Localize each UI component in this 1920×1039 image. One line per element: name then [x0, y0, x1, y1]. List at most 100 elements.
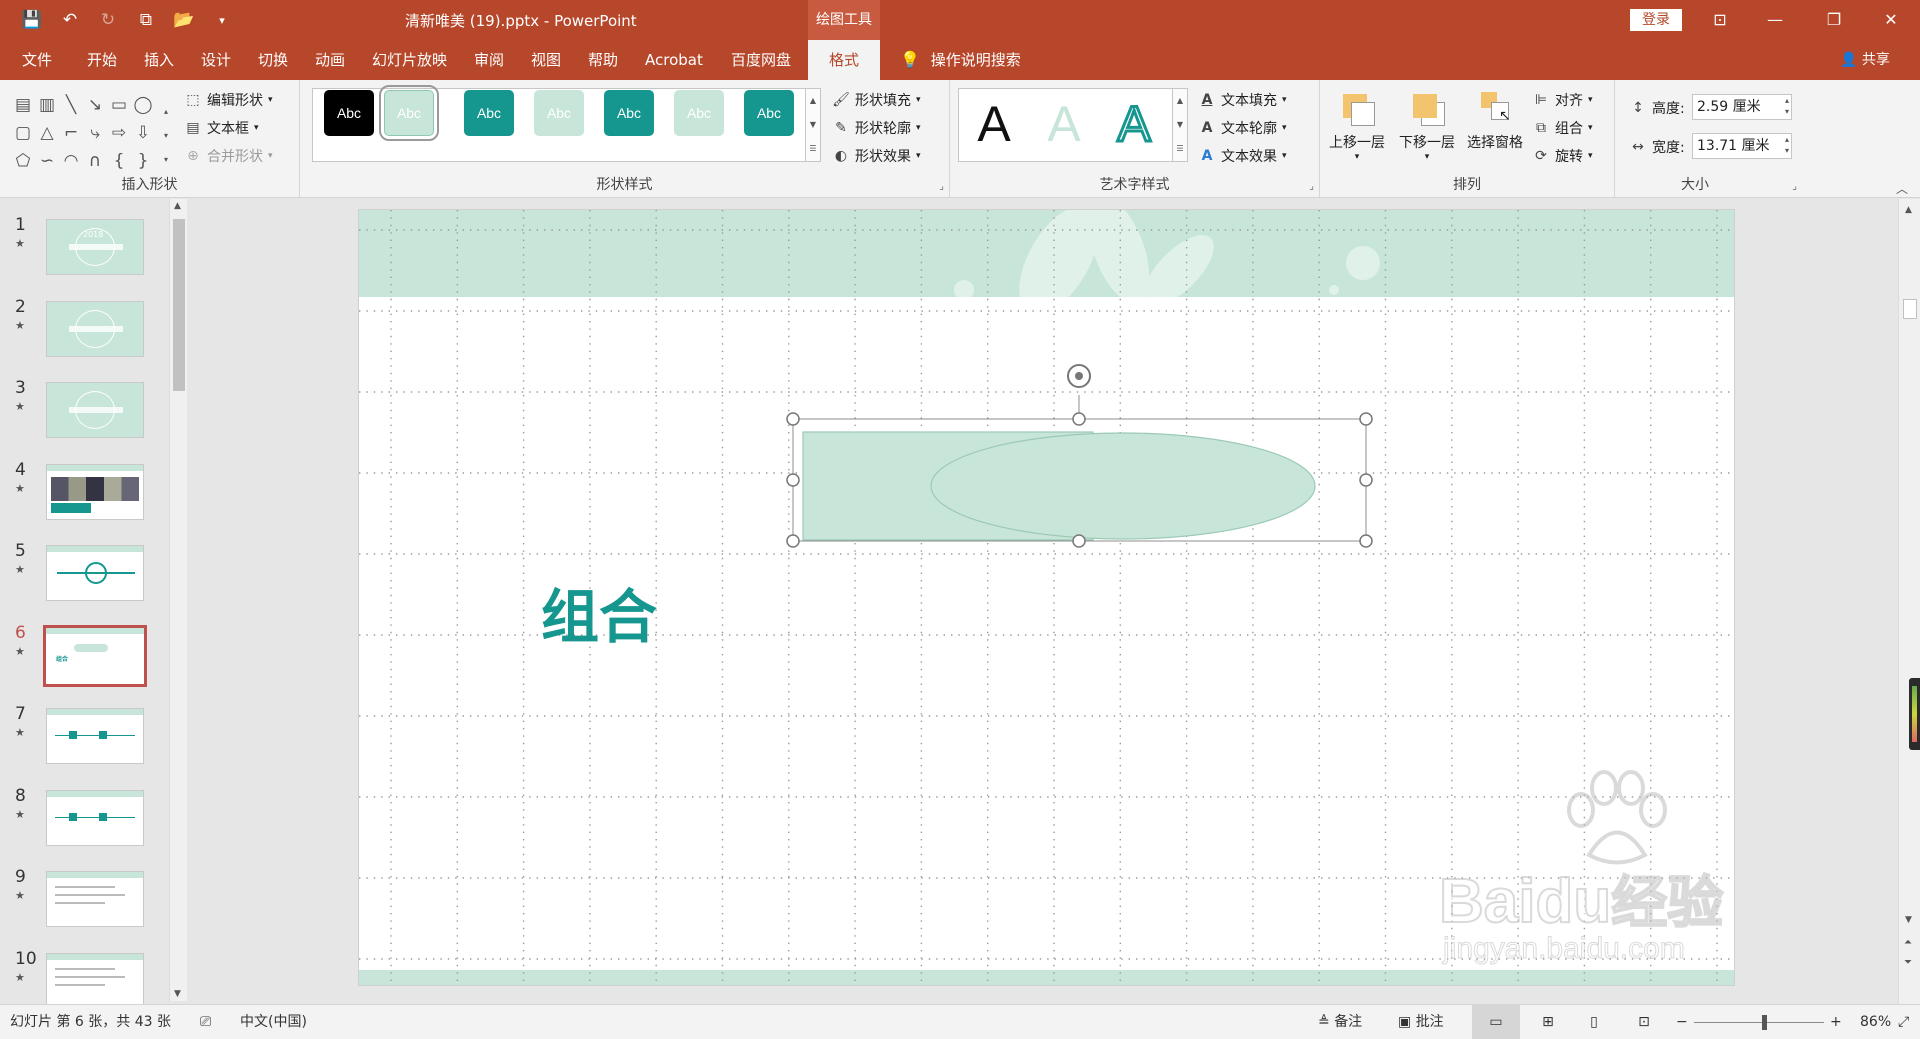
slide-title[interactable]: 组合 [541, 570, 657, 654]
minimize-button[interactable]: — [1752, 0, 1798, 40]
tab-transitions[interactable]: 切换 [258, 40, 288, 80]
open-icon[interactable]: 📂 [172, 8, 196, 32]
redo-icon[interactable]: ↻ [96, 8, 120, 32]
dialog-launcher-icon[interactable]: ⌟ [1309, 181, 1314, 192]
animation-star-icon[interactable]: ★ [15, 645, 25, 658]
spinner-icon[interactable]: ▴ ▾ [1785, 95, 1789, 117]
reading-view-icon[interactable]: ▯ [1578, 1005, 1610, 1039]
scroll-down-icon[interactable]: ▼ [1173, 113, 1187, 137]
slide-thumbnail[interactable] [46, 545, 144, 601]
slide-vertical-scrollbar[interactable]: ▲ ▼ ⏶ ⏷ [1898, 199, 1920, 1004]
search-box[interactable]: 💡 操作说明搜索 [900, 40, 1021, 80]
merge-shapes-button[interactable]: ⊕ 合并形状 ▾ [184, 146, 272, 166]
slideshow-view-icon[interactable]: ⊡ [1628, 1005, 1660, 1039]
ribbon-options-icon[interactable]: ⊡ [1697, 0, 1743, 40]
language-indicator[interactable]: 中文(中国) [240, 1005, 307, 1039]
animation-star-icon[interactable]: ★ [15, 971, 25, 984]
edit-shape-button[interactable]: ⬚ 编辑形状 ▾ [184, 90, 272, 110]
spellcheck-icon[interactable]: ⎚ [200, 1005, 211, 1039]
grouped-shape[interactable] [786, 364, 1373, 568]
slide-thumbnail[interactable]: 组合 [43, 624, 147, 687]
animation-star-icon[interactable]: ★ [15, 237, 25, 250]
brace-right-icon[interactable]: } [132, 148, 154, 174]
slide-canvas[interactable]: 组合 Baidu经验 jingyan.baidu.com [359, 210, 1734, 985]
animation-star-icon[interactable]: ★ [15, 563, 25, 576]
style-gallery-scroll[interactable]: ▲ ▼ ☰ [805, 88, 821, 162]
scroll-down-icon[interactable]: ▼ [806, 113, 820, 137]
freeform-icon[interactable]: ⬠ [12, 148, 34, 174]
shape-style-swatch[interactable]: Abc [534, 90, 584, 136]
shape-style-swatch-selected[interactable]: Abc [379, 85, 439, 141]
slide-thumbnail[interactable]: 2018 [46, 219, 144, 275]
wordart-sample-outline[interactable]: A [1104, 92, 1164, 156]
rounded-rect-icon[interactable]: ▢ [12, 120, 34, 146]
scroll-up-icon[interactable]: ▲ [1905, 205, 1912, 215]
triangle-shape-icon[interactable]: △ [36, 120, 58, 146]
collapse-ribbon-icon[interactable]: ︿ [1896, 180, 1908, 197]
thumbnail-scroll-thumb[interactable] [173, 219, 185, 391]
dialog-launcher-icon[interactable]: ⌟ [1792, 181, 1797, 192]
scroll-up-icon[interactable]: ▲ [1173, 89, 1187, 113]
shape-style-swatch[interactable]: Abc [464, 90, 514, 136]
shape-style-swatch[interactable]: Abc [604, 90, 654, 136]
spinner-icon[interactable]: ▴ ▾ [1785, 134, 1789, 156]
shape-style-swatch[interactable]: Abc [674, 90, 724, 136]
scroll-up-icon[interactable]: ▲ [174, 201, 181, 211]
gallery-more-icon[interactable]: ☰ [1173, 137, 1187, 161]
scroll-up-icon[interactable]: ▲ [806, 89, 820, 113]
animation-star-icon[interactable]: ★ [15, 726, 25, 739]
slide-thumbnail[interactable] [46, 789, 144, 846]
zoom-slider-thumb[interactable] [1762, 1015, 1768, 1030]
send-backward-button[interactable]: 下移一层 ▾ [1392, 90, 1462, 162]
align-button[interactable]: ⊫ 对齐 ▾ [1532, 90, 1593, 110]
connector-icon[interactable]: ⌐ [60, 120, 82, 146]
slide-thumbnail[interactable] [46, 871, 144, 927]
tab-format[interactable]: 格式 [808, 40, 880, 80]
slide-thumbnail[interactable] [46, 952, 144, 1009]
wordart-sample-black[interactable]: A [964, 92, 1024, 156]
login-button[interactable]: 登录 [1630, 9, 1682, 31]
animation-star-icon[interactable]: ★ [15, 319, 25, 332]
oval-shape[interactable] [930, 432, 1316, 540]
animation-star-icon[interactable]: ★ [15, 889, 25, 902]
scroll-down-icon[interactable]: ▼ [174, 989, 181, 999]
zoom-in-icon[interactable]: + [1830, 1005, 1842, 1039]
customize-icon[interactable]: ▾ [210, 8, 234, 32]
tab-help[interactable]: 帮助 [588, 40, 618, 80]
tab-insert[interactable]: 插入 [144, 40, 174, 80]
undo-icon[interactable]: ↶ [58, 8, 82, 32]
bring-forward-button[interactable]: 上移一层 ▾ [1322, 90, 1392, 162]
share-button[interactable]: 👤 共享 [1840, 40, 1890, 80]
curve-icon[interactable]: ∩ [84, 148, 106, 174]
normal-view-icon[interactable]: ▭ [1472, 1005, 1520, 1039]
scroll-down-icon[interactable]: ▼ [1905, 915, 1912, 925]
shape-style-swatch[interactable]: Abc [324, 90, 374, 136]
elbow-connector-icon[interactable]: ⤷ [84, 120, 106, 146]
slide-thumbnail[interactable] [46, 463, 144, 520]
line-shape-icon[interactable]: ╲ [60, 92, 82, 118]
shape-outline-button[interactable]: ✎ 形状轮廓 ▾ [832, 118, 920, 138]
tab-file[interactable]: 文件 [22, 40, 52, 80]
arrow-line-icon[interactable]: ↘ [84, 92, 106, 118]
slide-scroll-thumb[interactable] [1903, 299, 1917, 319]
zoom-slider[interactable] [1694, 1022, 1824, 1023]
group-button[interactable]: ⧉ 组合 ▾ [1532, 118, 1593, 138]
shape-gallery-scroll[interactable]: ▴ ▾ ▾ [164, 100, 172, 172]
slide-thumbnail[interactable] [46, 382, 144, 438]
text-fill-button[interactable]: A 文本填充 ▾ [1198, 90, 1287, 110]
height-input[interactable]: 2.59 厘米 ▴ ▾ [1692, 94, 1792, 120]
comments-button[interactable]: ▣ 批注 [1398, 1005, 1444, 1039]
scribble-icon[interactable]: ∽ [36, 148, 58, 174]
animation-star-icon[interactable]: ★ [15, 400, 25, 413]
slide-thumbnail[interactable] [46, 708, 144, 764]
width-input[interactable]: 13.71 厘米 ▴ ▾ [1692, 133, 1792, 159]
down-arrow-icon[interactable]: ⇩ [132, 120, 154, 146]
zoom-level[interactable]: 86% [1860, 1005, 1891, 1039]
previous-slide-icon[interactable]: ⏶ [1904, 937, 1912, 948]
oval-shape-icon[interactable]: ◯ [132, 92, 154, 118]
save-icon[interactable]: 💾 [20, 8, 44, 32]
slide-sorter-icon[interactable]: ⊞ [1532, 1005, 1564, 1039]
tab-baidu[interactable]: 百度网盘 [731, 40, 791, 80]
tab-design[interactable]: 设计 [201, 40, 231, 80]
animation-star-icon[interactable]: ★ [15, 808, 25, 821]
